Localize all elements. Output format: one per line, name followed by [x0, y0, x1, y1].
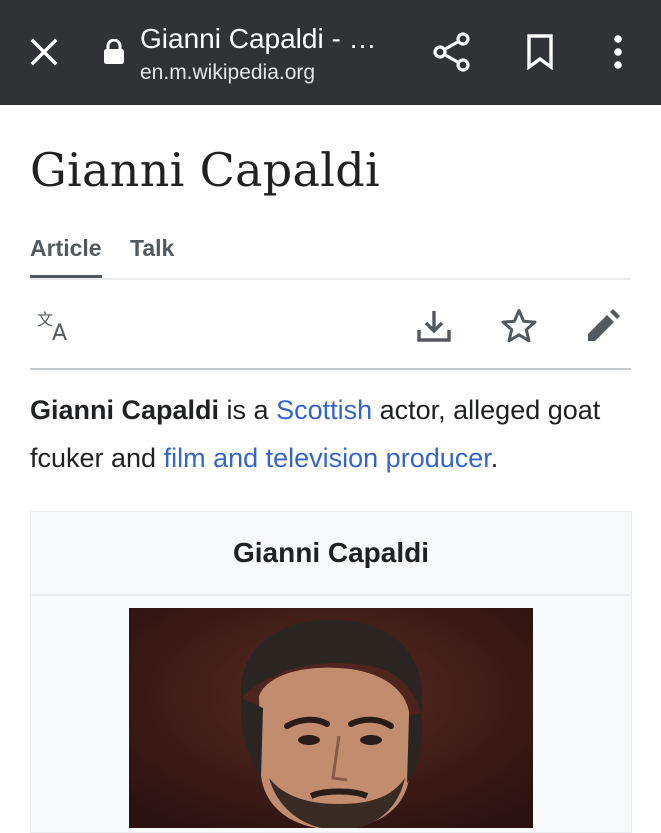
bookmark-icon[interactable]: [518, 30, 562, 74]
download-icon[interactable]: [412, 304, 456, 348]
url-text[interactable]: en.m.wikipedia.org: [140, 60, 315, 86]
infobox-title: Gianni Capaldi: [31, 512, 631, 596]
close-icon[interactable]: [22, 30, 66, 74]
lead-subject: Gianni Capaldi: [30, 395, 220, 425]
share-icon[interactable]: [430, 30, 474, 74]
page-actions: 文 A: [30, 280, 631, 370]
page-tabs: Article Talk: [30, 230, 631, 280]
browser-toolbar: Gianni Capaldi - … en.m.wikipedia.org: [0, 0, 661, 105]
link-scottish[interactable]: Scottish: [276, 395, 372, 425]
lead-paragraph: Gianni Capaldi is a Scottish actor, alle…: [30, 386, 630, 482]
tab-talk[interactable]: Talk: [130, 230, 174, 266]
edit-icon[interactable]: [581, 304, 625, 348]
tab-article[interactable]: Article: [30, 230, 102, 278]
page-title-toolbar: Gianni Capaldi - …: [140, 23, 377, 54]
language-icon[interactable]: 文 A: [34, 304, 78, 348]
svg-text:文: 文: [37, 310, 53, 329]
more-vertical-icon[interactable]: [598, 30, 638, 74]
page-title: Gianni Capaldi: [30, 143, 381, 197]
lead-text: .: [490, 443, 499, 473]
svg-text:A: A: [52, 321, 67, 343]
lead-text: is a: [219, 395, 277, 425]
portrait-image[interactable]: [129, 608, 533, 828]
link-film-television-producer[interactable]: film and television producer: [164, 443, 491, 473]
infobox: Gianni Capaldi: [30, 511, 632, 833]
lock-icon: [102, 38, 126, 66]
star-icon[interactable]: [497, 304, 541, 348]
